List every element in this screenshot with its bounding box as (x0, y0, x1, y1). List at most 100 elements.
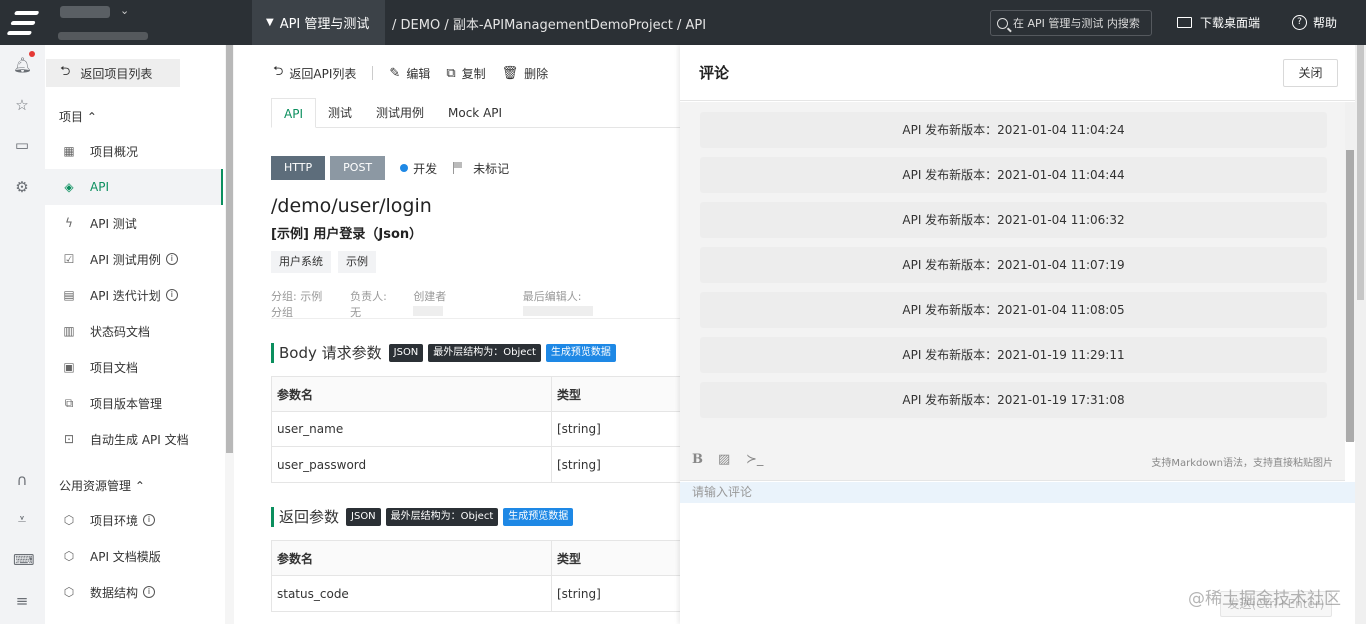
app-logo[interactable] (0, 0, 45, 45)
sidebar-item-api[interactable]: ◈ API (45, 169, 223, 205)
tab-api[interactable]: API (271, 98, 316, 128)
public-section-title[interactable]: 公用资源管理 ⌃ (59, 477, 145, 494)
page-scrollbar-thumb[interactable] (1357, 45, 1364, 300)
back-to-api-list-button[interactable]: ⮌ 返回API列表 (273, 62, 356, 84)
star-icon[interactable]: ☆ (13, 96, 31, 114)
generate-preview-button[interactable]: 生成预览数据 (503, 507, 574, 526)
section-title: Body 请求参数 (279, 344, 382, 362)
section-title: 返回参数 (279, 508, 340, 526)
headset-icon[interactable]: ∩ (13, 471, 31, 489)
team-switcher[interactable]: ⌄ (58, 4, 248, 40)
gear-icon[interactable]: ⚙ (13, 178, 31, 196)
back-to-projects-button[interactable]: ⮌ 返回项目列表 (46, 59, 180, 87)
sidebar-item-iteration-plan[interactable]: ▤ API 迭代计划 i (45, 277, 223, 313)
list-icon[interactable]: ≡ (13, 592, 31, 610)
generate-preview-button[interactable]: 生成预览数据 (545, 343, 616, 362)
return-icon: ⮌ (273, 64, 284, 79)
format-chip: JSON (346, 507, 381, 526)
delete-button[interactable]: 🗑︎ 删除 (502, 65, 549, 82)
param-name: user_password (272, 447, 552, 482)
sidebar-scrollbar-thumb[interactable] (226, 45, 233, 453)
body-params-header: Body 请求参数 JSON 最外层结构为：Object 生成预览数据 (271, 342, 621, 363)
project-section-title[interactable]: 项目 ⌃ (59, 108, 97, 125)
team-name-redacted (60, 6, 110, 18)
sidebar-item-auto-docs[interactable]: ⊡ 自动生成 API 文档 (45, 421, 223, 457)
comments-scrollbar[interactable] (1345, 102, 1355, 442)
markdown-hint: 支持Markdown语法，支持直接粘贴图片 (1151, 458, 1333, 469)
help-label: 帮助 (1313, 16, 1338, 30)
return-icon: ⮌ (60, 64, 71, 79)
meta-owner: 负责人: 无 (350, 290, 387, 319)
keyboard-icon[interactable]: ⌨ (13, 551, 35, 569)
sidebar-item-doc-templates[interactable]: ⬡ API 文档模版 (45, 538, 223, 574)
comment-item: API 发布新版本：2021-01-19 11:29:11 (700, 337, 1327, 373)
checklist-icon: ☑ (63, 252, 75, 266)
param-type: [string] (557, 586, 601, 601)
info-icon[interactable]: i (165, 289, 178, 301)
comments-scrollbar-thumb[interactable] (1346, 150, 1354, 442)
notification-dot (29, 51, 35, 57)
module-label: API 管理与测试 (279, 17, 370, 32)
copy-button[interactable]: ⧉ 复制 (446, 65, 485, 82)
structure-chip: 最外层结构为：Object (428, 343, 541, 362)
search-box[interactable]: 在 API 管理与测试 内搜索 (990, 10, 1152, 36)
icon-rail: 🔔︎ ☆ ▭ ⚙ ∩ ⩡ ⌨ ≡ (0, 45, 45, 624)
top-bar: ⌄ ▼ API 管理与测试 / DEMO / 副本-APIManagementD… (0, 0, 1366, 45)
status-dot-icon (400, 164, 409, 172)
info-icon[interactable]: i (143, 514, 156, 526)
comments-panel: 评论 关闭 API 发布新版本：2021-01-04 11:04:24 API … (680, 45, 1355, 624)
table-row: status_code [string] (272, 576, 680, 611)
doc-icon: ▥ (63, 324, 75, 338)
sidebar-item-api-test[interactable]: ϟ API 测试 (45, 205, 223, 241)
file-icon: ▣ (63, 360, 75, 374)
comments-list[interactable]: API 发布新版本：2021-01-04 11:04:24 API 发布新版本：… (680, 102, 1345, 441)
comment-item: API 发布新版本：2021-01-19 17:31:08 (700, 382, 1327, 418)
info-icon[interactable]: i (165, 253, 178, 265)
bookmark-icon[interactable]: ▭ (13, 136, 31, 154)
column-header: 参数名 (272, 377, 552, 411)
comment-input[interactable]: 请输入评论 (680, 482, 1355, 503)
sidebar-item-status-codes[interactable]: ▥ 状态码文档 (45, 313, 223, 349)
bold-icon[interactable]: B (692, 452, 703, 467)
api-tabs: API 测试 测试用例 Mock API (271, 98, 680, 128)
sidebar-item-version-management[interactable]: ⧉ 项目版本管理 (45, 385, 223, 421)
comment-item: API 发布新版本：2021-01-04 11:08:05 (700, 292, 1327, 328)
meta-last-editor: 最后编辑人: (522, 288, 654, 320)
api-path: /demo/user/login (271, 195, 432, 217)
module-selector[interactable]: ▼ API 管理与测试 (252, 0, 385, 45)
cube-icon: ⬡ (63, 585, 75, 599)
edit-button[interactable]: ✎ 编辑 (389, 65, 430, 82)
editor-toolbar: B ▨ ≻_ 支持Markdown语法，支持直接粘贴图片 (680, 441, 1345, 481)
info-icon[interactable]: i (143, 586, 156, 598)
version-icon: ⧉ (64, 396, 74, 410)
sidebar-scrollbar[interactable] (225, 45, 234, 624)
comment-item: API 发布新版本：2021-01-04 11:07:19 (700, 247, 1327, 283)
tab-mock-api[interactable]: Mock API (436, 98, 514, 128)
sidebar-item-overview[interactable]: ▦ 项目概况 (45, 133, 223, 169)
sidebar-item-project-docs[interactable]: ▣ 项目文档 (45, 349, 223, 385)
image-icon[interactable]: ▨ (718, 452, 730, 467)
flag-indicator[interactable]: 未标记 (453, 160, 509, 177)
status-indicator[interactable]: 开发 (400, 160, 437, 177)
tab-test-cases[interactable]: 测试用例 (364, 98, 436, 128)
table-row: user_password [string] (272, 447, 680, 482)
help-button[interactable]: ? 帮助 (1292, 14, 1337, 31)
page-scrollbar[interactable] (1355, 45, 1366, 624)
param-name: status_code (272, 576, 552, 611)
return-params-header: 返回参数 JSON 最外层结构为：Object 生成预览数据 (271, 506, 578, 527)
sidebar-item-environments[interactable]: ⬡ 项目环境 i (45, 502, 223, 538)
sidebar-item-test-cases[interactable]: ☑ API 测试用例 i (45, 241, 223, 277)
bell-icon[interactable]: 🔔︎ (13, 56, 32, 74)
tag-chip: 示例 (338, 251, 376, 273)
column-header: 类型 (557, 551, 582, 566)
trash-icon: 🗑︎ (501, 65, 519, 81)
tab-test[interactable]: 测试 (316, 98, 364, 128)
inbox-icon[interactable]: ⩡ (13, 510, 31, 528)
breadcrumb[interactable]: / DEMO / 副本-APIManagementDemoProject / A… (392, 14, 706, 33)
download-desktop-button[interactable]: 下载桌面端 (1177, 14, 1260, 31)
meta-group: 分组: 示例分组 (271, 290, 323, 319)
close-button[interactable]: 关闭 (1283, 59, 1338, 87)
code-icon[interactable]: ≻_ (746, 452, 763, 467)
sidebar-item-data-structures[interactable]: ⬡ 数据结构 i (45, 574, 223, 610)
comment-item: API 发布新版本：2021-01-04 11:04:44 (700, 157, 1327, 193)
